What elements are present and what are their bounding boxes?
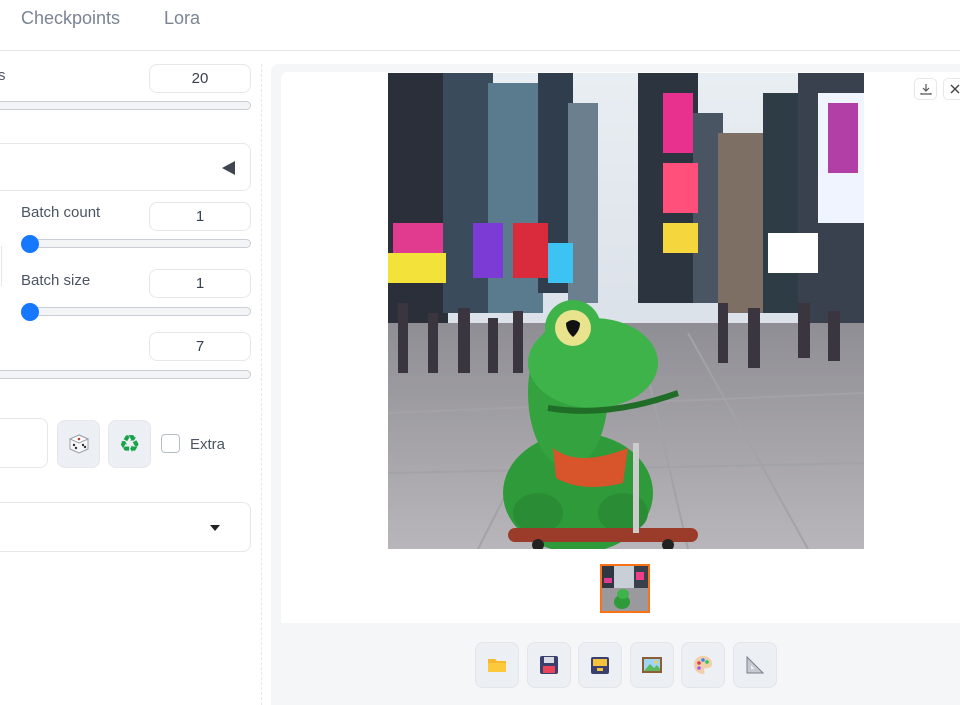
dice-icon <box>68 434 89 454</box>
left-edge-separator <box>0 246 2 286</box>
chevron-down-icon <box>210 525 220 531</box>
cfg-scale-input[interactable]: 7 <box>149 332 251 361</box>
reuse-seed-button[interactable]: ♻ <box>108 420 151 468</box>
batch-size-slider[interactable] <box>22 307 251 316</box>
send-to-inpaint-button[interactable] <box>681 642 725 688</box>
steps-input[interactable]: 20 <box>149 64 251 93</box>
tab-lora[interactable]: Lora <box>164 8 200 29</box>
triangle-ruler-icon <box>746 655 765 674</box>
download-button[interactable] <box>914 78 937 100</box>
seed-input[interactable] <box>0 418 48 468</box>
collapse-arrow-icon <box>222 161 235 175</box>
folder-icon <box>488 659 506 672</box>
zip-button[interactable] <box>578 642 622 688</box>
send-to-img2img-button[interactable] <box>630 642 674 688</box>
batch-count-slider[interactable] <box>22 239 251 248</box>
batch-size-slider-thumb[interactable] <box>21 303 39 321</box>
open-folder-button[interactable] <box>475 642 519 688</box>
extra-label: Extra <box>190 436 226 453</box>
collapsed-accordion[interactable] <box>0 143 251 191</box>
recycle-icon: ♻ <box>118 430 141 458</box>
thumbnail-image <box>602 566 648 611</box>
download-icon <box>919 84 932 95</box>
generated-image[interactable] <box>388 73 864 549</box>
batch-size-label: Batch size <box>21 272 91 289</box>
close-icon <box>950 84 959 94</box>
batch-count-input[interactable]: 1 <box>149 202 251 231</box>
archive-icon <box>591 657 609 674</box>
batch-size-input[interactable]: 1 <box>149 269 251 298</box>
palette-icon <box>694 656 712 674</box>
cfg-scale-slider[interactable] <box>0 370 251 379</box>
column-divider <box>261 64 262 705</box>
gallery-thumbnail[interactable] <box>600 564 650 613</box>
send-to-extras-button[interactable] <box>733 642 777 688</box>
steps-label-fragment: s <box>0 67 6 84</box>
tab-checkpoints[interactable]: Checkpoints <box>21 8 120 29</box>
picture-icon <box>642 657 662 673</box>
close-button[interactable] <box>943 78 960 100</box>
random-seed-button[interactable] <box>57 420 100 468</box>
model-tabs: Checkpoints Lora <box>0 0 960 51</box>
save-button[interactable] <box>527 642 571 688</box>
steps-slider[interactable] <box>0 101 251 110</box>
frog-times-square-image <box>388 73 864 549</box>
floppy-disk-icon <box>540 656 558 674</box>
script-dropdown[interactable] <box>0 502 251 552</box>
batch-count-label: Batch count <box>21 204 101 221</box>
batch-count-slider-thumb[interactable] <box>21 235 39 253</box>
extra-checkbox[interactable] <box>161 434 180 453</box>
